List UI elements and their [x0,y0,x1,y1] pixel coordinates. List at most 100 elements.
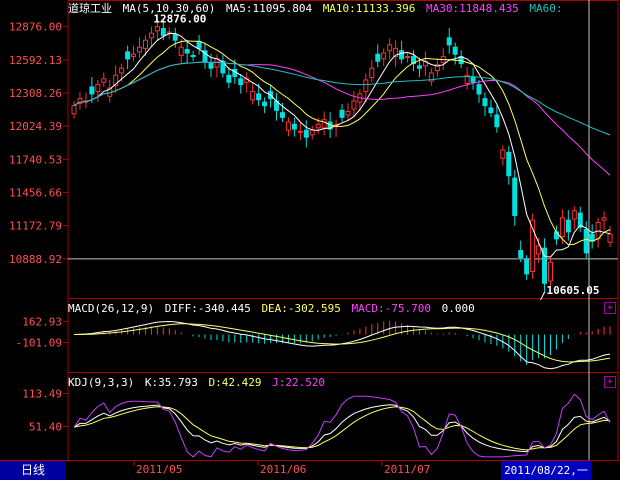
candle-body [601,217,607,221]
candle-body [89,86,95,95]
cursor-date: 2011/08/22,一 [501,461,591,480]
candle-body [559,217,565,237]
candle-body [95,84,101,93]
candle-body [154,26,160,32]
price-tick-label: 11456.66 [9,186,62,199]
candle-body [536,245,542,255]
candle-body [291,123,297,130]
candle-body [351,100,357,110]
kdj-k-line [73,404,611,453]
candle-body [160,28,166,37]
candle-body [470,77,476,83]
candle-body [476,84,482,95]
candle-body [303,129,309,138]
candle-body [214,58,220,68]
instrument-title: 道琼工业 [68,2,112,15]
candle-body [178,46,184,56]
price-tick-label: 12876.00 [9,21,62,34]
candle-body [321,119,327,129]
ma30-value: MA30:11848.435 [426,2,519,15]
candle-body [285,121,291,131]
kdj-expand-button[interactable]: + [604,376,616,388]
candle-body [339,109,345,118]
candle-body [142,39,148,49]
macd-params: MACD(26,12,9) [68,302,155,315]
candle-body [547,261,553,282]
candle-body [452,46,458,55]
macd-diff-line [73,320,611,370]
candle-body [226,74,232,83]
candle-body [71,105,77,115]
macd-tick-label: -101.09 [16,337,62,350]
period-tab-daily[interactable]: 日线 [0,461,66,480]
candle-body [256,93,262,101]
candle-body [369,67,375,79]
candle-body [345,110,351,116]
candle-body [524,259,530,275]
candle-body [405,56,411,59]
price-tick-label: 12592.13 [9,54,62,67]
x-tick-label: 2011/07 [384,463,430,476]
candle-body [488,107,494,114]
kdj-k: K:35.793 [144,376,198,389]
candle-body [119,67,125,74]
kdj-d: D:42.429 [208,376,262,389]
kdj-d-line [73,406,611,451]
candle-body [416,65,422,69]
kdj-header: KDJ(9,3,3) K:35.793 D:42.429 J:22.520 [68,376,329,389]
candle-body [381,52,387,60]
candle-body [131,53,137,58]
ma-params: MA(5,10,30,60) [122,2,216,15]
ma10-value: MA10:11133.396 [322,2,416,15]
macd-zero: 0.000 [441,302,475,315]
candle-body [196,40,202,49]
candle-body [172,33,178,41]
macd-header: MACD(26,12,9) DIFF:-340.445 DEA:-302.595… [68,302,479,315]
macd-dea-line [74,323,611,363]
candle-body [238,78,244,86]
kdj-params: KDJ(9,3,3) [68,376,135,389]
stock-chart: 12876.00 12592.13 12308.26 12024.39 11740.53… [0,0,620,476]
candle-body [399,50,405,60]
price-tick-label: 11172.79 [9,220,62,233]
ma5-value: MA5:11095.804 [225,2,313,15]
candle-body [446,37,452,46]
candle-body [565,219,571,233]
price-header: 道琼工业 MA(5,10,30,60) MA5:11095.804 MA10:1… [68,2,567,15]
candle-body [387,44,393,52]
candle-body [571,210,577,220]
ma5-line [73,33,611,258]
candle-body [297,130,303,133]
candle-body [125,51,131,60]
price-tick-label: 11740.53 [9,153,62,166]
candle-body [607,233,613,243]
candle-body [482,98,488,107]
candle-body [137,46,143,53]
price-tick-label: 12308.26 [9,87,62,100]
macd-expand-button[interactable]: + [604,302,616,314]
macd-value: MACD:-75.700 [351,302,432,315]
candle-body [494,114,500,128]
candle-body [512,177,518,216]
ma60-value: MA60: [529,2,563,15]
candle-body [262,101,268,107]
candle-body [250,91,256,101]
kdj-j: J:22.520 [272,376,326,389]
price-tick-label: 12024.39 [9,120,62,133]
candle-body [518,250,524,259]
candle-body [184,49,190,54]
candle-body [375,53,381,62]
kdj-tick-label: 113.49 [22,387,62,400]
candle-body [583,228,589,254]
macd-diff: DIFF:-340.445 [164,302,251,315]
x-tick-label: 2011/06 [260,463,306,476]
candle-body [190,54,196,58]
price-tick-label: 10888.92 [9,253,62,266]
candle-body [148,32,154,39]
kdj-tick-label: 51.40 [29,420,62,433]
macd-tick-label: 162.93 [22,315,62,328]
candle-body [208,63,214,69]
candle-body [309,129,315,136]
candle-body [315,123,321,129]
candle-body [363,79,369,93]
